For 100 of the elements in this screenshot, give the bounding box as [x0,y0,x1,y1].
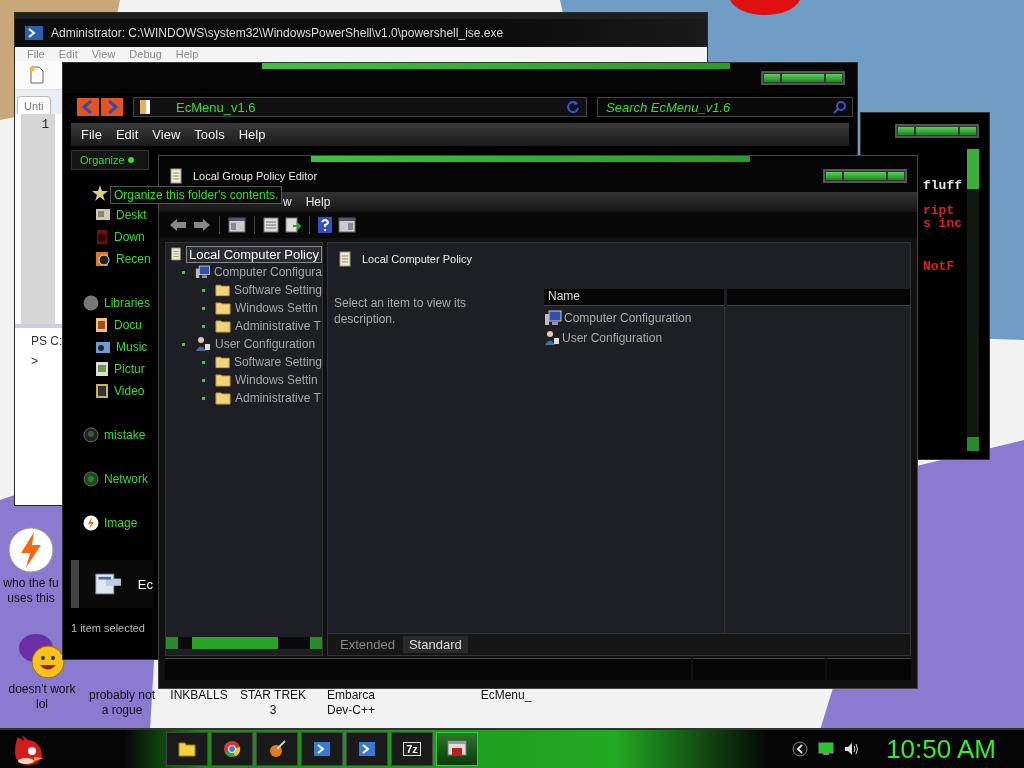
export-icon[interactable] [285,217,301,233]
folder-icon[interactable] [214,283,230,297]
tree-item[interactable]: Administrative T [235,319,321,333]
document-icon[interactable] [95,317,109,333]
smiley-icon[interactable] [16,632,68,680]
heart-shape [730,0,800,15]
help-icon[interactable] [318,217,332,233]
properties-icon[interactable] [263,217,279,233]
desktop-icon-label[interactable]: EcMenu_ [480,688,532,703]
nav-item[interactable]: Deskt [116,208,147,222]
column-header[interactable]: Name [544,289,724,306]
desktop-icon-label[interactable]: who the fu uses this [3,576,59,606]
music-icon[interactable] [95,339,111,355]
monitor-icon[interactable] [818,742,835,756]
back-forward-buttons[interactable] [77,98,123,116]
tree-item[interactable]: Software Setting [233,283,322,297]
scroll-icon[interactable] [170,246,182,262]
scroll-bar[interactable] [967,149,979,451]
console-text: s inc [923,217,962,230]
folder-icon[interactable] [215,373,231,387]
computer-icon[interactable] [544,310,562,326]
menu-item[interactable]: Tools [194,127,225,142]
desktop-icon-label[interactable]: STAR TREK 3 [239,688,307,718]
window-controls[interactable] [895,124,979,138]
folder-icon[interactable] [215,319,231,333]
taskbar-button[interactable] [346,732,388,766]
user-icon[interactable] [195,336,211,352]
window-controls[interactable] [823,169,907,183]
line-number: 1 [41,118,49,132]
tree-item[interactable]: Local Computer Policy [185,245,322,263]
organize-button[interactable]: Organize [71,150,149,170]
menu-item[interactable]: Help [238,127,266,142]
selected-shortcut[interactable]: Ec [71,560,153,608]
folder-icon[interactable] [214,355,230,369]
taskbar-button[interactable] [301,732,343,766]
nav-item[interactable]: Down [114,230,145,244]
taskbar-button[interactable] [256,732,298,766]
user-icon[interactable] [544,330,560,346]
window-controls[interactable] [761,71,845,85]
console-text: ript [923,204,955,217]
shell-icon [313,741,331,757]
nav-item[interactable]: Docu [114,318,142,332]
taskbar-button[interactable] [211,732,253,766]
address-bar[interactable]: EcMenu_v1.6 [133,97,587,117]
folder-icon[interactable] [215,301,231,315]
view-tab[interactable]: Extended [334,636,401,653]
forward-arrow-icon[interactable] [193,218,211,232]
window-title: Local Group Policy Editor [193,170,319,182]
nav-item[interactable]: Pictur [114,362,145,376]
tooltip: Organize this folder's contents. [110,186,283,204]
menu-item[interactable]: View [152,127,181,142]
circle-icon[interactable] [83,295,99,311]
folder-icon[interactable] [215,391,231,405]
nav-item[interactable]: Network [104,472,148,486]
tree-item[interactable]: Windows Settin [235,301,318,315]
tree-item[interactable]: Windows Settin [235,373,318,387]
orb-icon[interactable] [83,471,99,487]
tree-item[interactable]: User Configuration [215,337,316,351]
list-item[interactable]: Computer Configuration [564,311,692,325]
nav-item[interactable]: Image [104,516,138,530]
picture-icon[interactable] [95,361,109,377]
nav-item[interactable]: Music [116,340,148,354]
pane-heading: Local Computer Policy [362,253,473,265]
desktop-icon-label[interactable]: Embarca Dev-C++ [327,688,375,718]
nav-item[interactable]: mistake [104,428,146,442]
speaker-icon[interactable] [844,742,861,756]
refresh-icon[interactable] [566,100,580,114]
nav-item[interactable]: Video [114,384,145,398]
window-icon [447,740,467,758]
menu-item[interactable]: w [283,195,292,209]
search-field[interactable]: Search EcMenu_v1.6 [597,97,853,117]
view-tab[interactable]: Standard [402,636,468,653]
taskbar-button[interactable] [166,732,208,766]
computer-icon[interactable] [194,264,210,280]
film-icon[interactable] [95,383,109,399]
desktop-icon-label[interactable]: INKBALLS [170,688,228,703]
menu-item[interactable]: Help [305,195,331,209]
nav-item[interactable]: Libraries [104,296,151,310]
lightning-bolt-icon[interactable] [83,515,99,531]
tree-item[interactable]: Software Setting [233,355,322,369]
star-icon[interactable] [91,184,109,202]
list-item[interactable]: User Configuration [562,331,663,345]
menu-item[interactable]: Edit [115,127,139,142]
folder-icon [140,100,150,114]
tree-item[interactable]: Administrative T [235,391,321,405]
clock-icon[interactable] [95,251,111,267]
desktop-icon[interactable] [95,208,111,222]
taskbar-button[interactable]: 7z [391,732,433,766]
orb-icon[interactable] [83,427,99,443]
scroll-bar[interactable] [166,637,322,649]
tree-item[interactable]: Computer Configura [213,265,322,279]
panel-icon[interactable] [228,217,246,233]
console-prompt: PS C: [31,334,63,348]
menu-item[interactable]: File [81,127,102,142]
console-input[interactable]: > [31,354,38,368]
desktop-icon-label[interactable]: doesn't work lol [8,682,76,712]
panel-icon[interactable] [338,217,356,233]
clock[interactable]: 10:50 AM [886,733,996,765]
nav-item[interactable]: Recen [116,252,151,266]
taskbar-button[interactable] [436,732,478,766]
